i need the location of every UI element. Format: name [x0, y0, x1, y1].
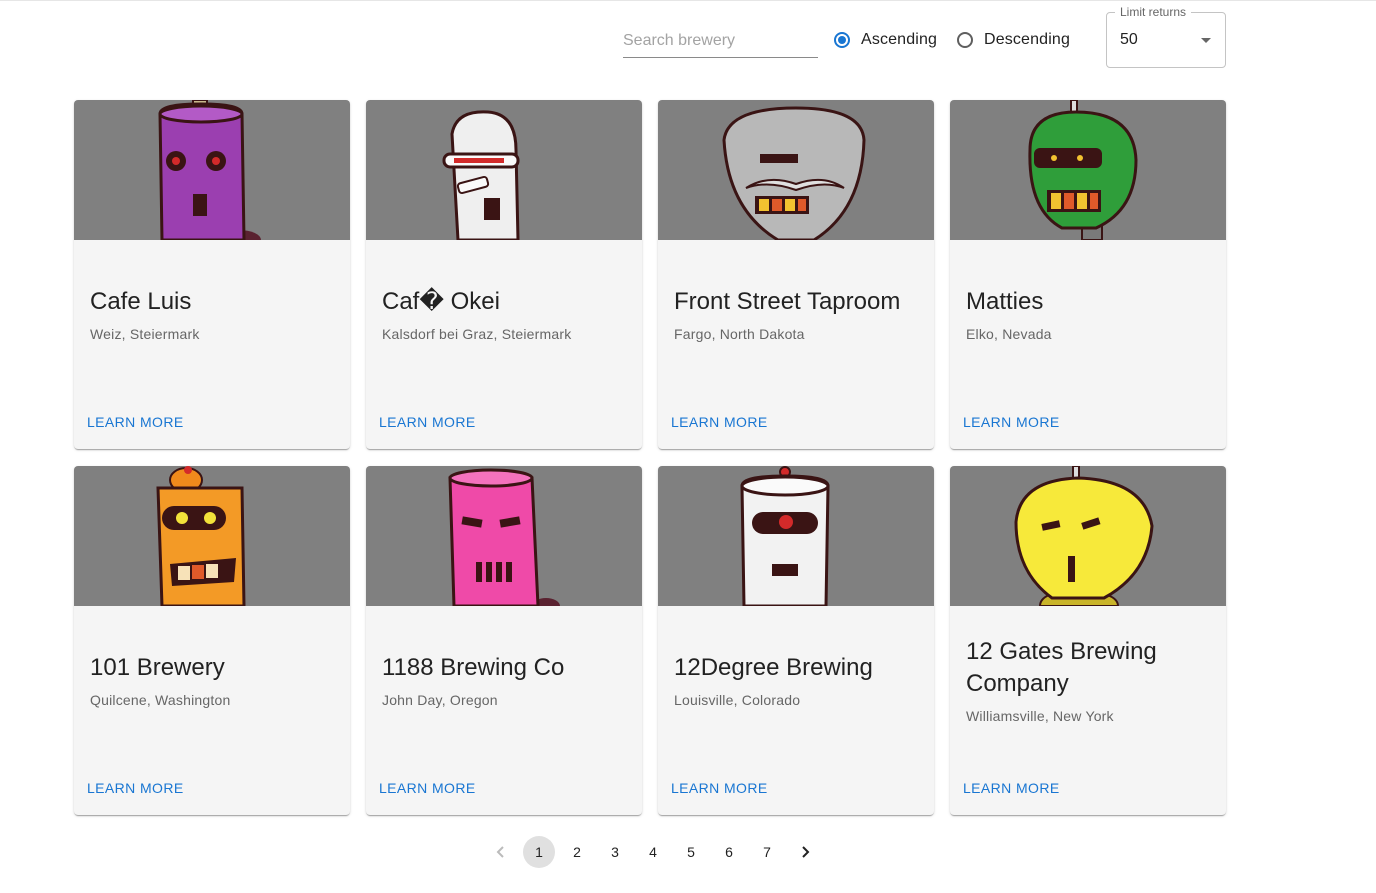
- brewery-card: 12Degree Brewing Louisville, Colorado LE…: [658, 466, 934, 815]
- orange-robot-icon: [156, 466, 246, 606]
- next-page-button[interactable]: [789, 836, 821, 868]
- card-content: Matties Elko, Nevada: [966, 240, 1210, 390]
- previous-page-button[interactable]: [485, 836, 517, 868]
- caret-down-icon: [1201, 38, 1211, 43]
- brewery-card: Cafe Luis Weiz, Steiermark LEARN MORE: [74, 100, 350, 449]
- card-media: [658, 466, 934, 606]
- limit-select[interactable]: Limit returns 50: [1106, 6, 1226, 68]
- search-input[interactable]: [623, 27, 818, 58]
- card-media: [950, 466, 1226, 606]
- card-title: Front Street Taproom: [674, 288, 901, 315]
- white-red-eye-robot-icon: [740, 466, 830, 606]
- green-robot-icon: [1028, 100, 1138, 240]
- chevron-left-icon: [496, 846, 504, 858]
- card-title: 101 Brewery: [90, 654, 225, 681]
- card-media: [950, 100, 1226, 240]
- learn-more-button[interactable]: LEARN MORE: [963, 414, 1060, 430]
- radio-unchecked-icon: [957, 32, 973, 48]
- brewery-card: 1188 Brewing Co John Day, Oregon LEARN M…: [366, 466, 642, 815]
- page-button-3[interactable]: 3: [599, 836, 631, 868]
- card-location: Elko, Nevada: [966, 326, 1052, 342]
- brewery-card: 101 Brewery Quilcene, Washington LEARN M…: [74, 466, 350, 815]
- page-button-2[interactable]: 2: [561, 836, 593, 868]
- page-button-5[interactable]: 5: [675, 836, 707, 868]
- card-title: 12 Gates Brewing Company: [966, 638, 1157, 697]
- sort-descending-label: Descending: [984, 31, 1070, 48]
- card-title: Caf� Okei: [382, 288, 500, 315]
- learn-more-button[interactable]: LEARN MORE: [379, 414, 476, 430]
- card-content: 12 Gates Brewing Company Williamsville, …: [966, 606, 1210, 756]
- purple-robot-icon: [158, 100, 261, 240]
- learn-more-button[interactable]: LEARN MORE: [671, 414, 768, 430]
- card-title: 12Degree Brewing: [674, 654, 873, 681]
- card-location: Louisville, Colorado: [674, 692, 801, 708]
- pagination: 1 2 3 4 5 6 7: [482, 836, 824, 868]
- brewery-card: Caf� Okei Kalsdorf bei Graz, Steiermark …: [366, 100, 642, 449]
- chevron-right-icon: [802, 846, 810, 858]
- limit-select-label: Limit returns: [1115, 6, 1192, 18]
- learn-more-button[interactable]: LEARN MORE: [963, 780, 1060, 796]
- card-media: [658, 100, 934, 240]
- brewery-card: 12 Gates Brewing Company Williamsville, …: [950, 466, 1226, 815]
- card-location: John Day, Oregon: [382, 692, 498, 708]
- page-button-1[interactable]: 1: [523, 836, 555, 868]
- learn-more-button[interactable]: LEARN MORE: [87, 780, 184, 796]
- card-title: 1188 Brewing Co: [382, 654, 565, 681]
- card-content: 1188 Brewing Co John Day, Oregon: [382, 606, 626, 756]
- card-media: [74, 466, 350, 606]
- card-title: Matties: [966, 288, 1044, 315]
- card-title: Cafe Luis: [90, 288, 192, 315]
- brewery-card: Front Street Taproom Fargo, North Dakota…: [658, 100, 934, 449]
- sort-descending-radio[interactable]: Descending: [957, 28, 1070, 52]
- card-media: [366, 100, 642, 240]
- brewery-card: Matties Elko, Nevada LEARN MORE: [950, 100, 1226, 449]
- card-content: Front Street Taproom Fargo, North Dakota: [674, 240, 918, 390]
- sort-ascending-radio[interactable]: Ascending: [834, 28, 937, 52]
- card-content: 12Degree Brewing Louisville, Colorado: [674, 606, 918, 756]
- pink-robot-icon: [448, 468, 560, 606]
- learn-more-button[interactable]: LEARN MORE: [87, 414, 184, 430]
- sort-ascending-label: Ascending: [861, 31, 938, 48]
- card-content: Cafe Luis Weiz, Steiermark: [90, 240, 334, 390]
- learn-more-button[interactable]: LEARN MORE: [379, 780, 476, 796]
- page-button-6[interactable]: 6: [713, 836, 745, 868]
- page-button-7[interactable]: 7: [751, 836, 783, 868]
- card-content: 101 Brewery Quilcene, Washington: [90, 606, 334, 756]
- card-location: Quilcene, Washington: [90, 692, 231, 708]
- card-location: Williamsville, New York: [966, 708, 1114, 724]
- grey-robot-icon: [722, 106, 866, 240]
- card-location: Kalsdorf bei Graz, Steiermark: [382, 326, 572, 342]
- card-content: Caf� Okei Kalsdorf bei Graz, Steiermark: [382, 240, 626, 390]
- card-location: Fargo, North Dakota: [674, 326, 805, 342]
- toolbar: Ascending Descending Limit returns 50: [0, 1, 1376, 81]
- limit-select-value: 50: [1120, 31, 1138, 48]
- yellow-robot-icon: [1014, 466, 1154, 606]
- learn-more-button[interactable]: LEARN MORE: [671, 780, 768, 796]
- card-media: [74, 100, 350, 240]
- card-location: Weiz, Steiermark: [90, 326, 200, 342]
- radio-checked-icon: [834, 32, 850, 48]
- card-media: [366, 466, 642, 606]
- white-robot-icon: [442, 110, 520, 240]
- page-button-4[interactable]: 4: [637, 836, 669, 868]
